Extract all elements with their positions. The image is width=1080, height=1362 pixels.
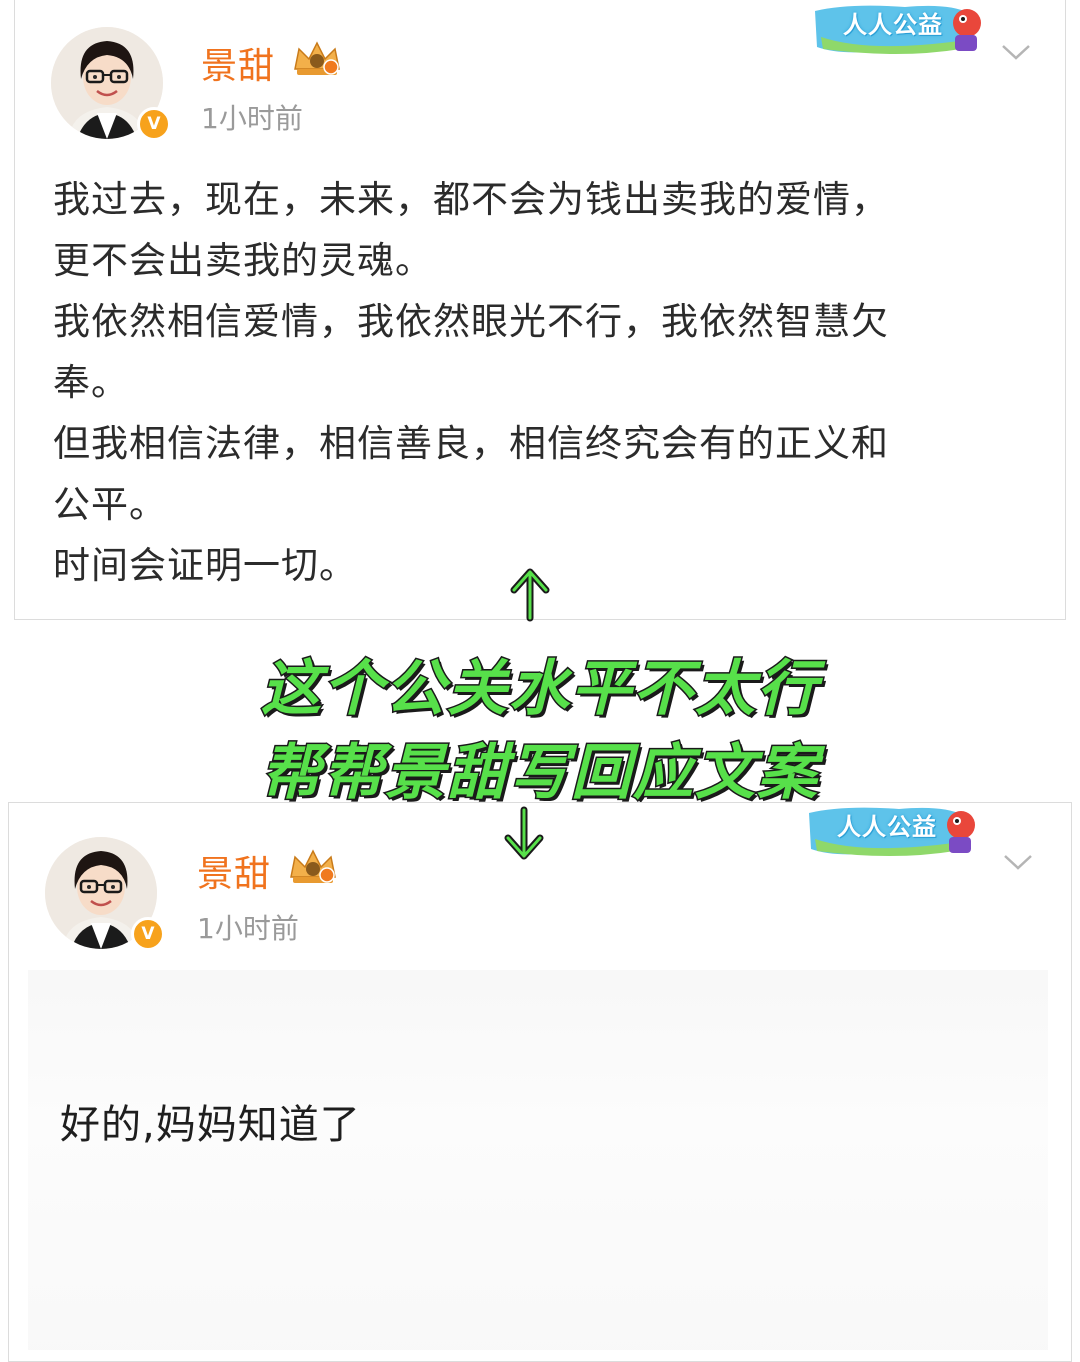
verified-v-icon: V [137, 107, 171, 141]
post-username[interactable]: 景甜 [201, 37, 275, 89]
post-body: 我过去，现在，未来，都不会为钱出卖我的爱情， 更不会出卖我的灵魂。 我依然相信爱… [53, 169, 1013, 596]
post-body-line: 我依然相信爱情，我依然眼光不行，我依然智慧欠 [53, 300, 889, 343]
original-post-card: V 景甜 1小时前 人人公益 我过去，现在，未来，都不会为钱出卖我的爱情， 更不… [14, 0, 1066, 620]
caption-line-1: 这个公关水平不太行 [260, 653, 819, 726]
blurred-text-area [28, 970, 1048, 1350]
post-body-line: 更不会出卖我的灵魂。 [53, 239, 433, 282]
post-body-line: 我过去，现在，未来，都不会为钱出卖我的爱情， [53, 178, 889, 221]
verified-v-icon: V [131, 917, 165, 951]
crown-level-icon [294, 41, 340, 75]
post-body-line: 但我相信法律，相信善良，相信终究会有的正义和 [53, 422, 889, 465]
arrow-down-icon [504, 806, 544, 860]
reply-body: 好的,妈妈知道了 [60, 1102, 361, 1148]
post-body-line: 奉。 [53, 361, 129, 404]
chevron-down-icon[interactable] [1003, 853, 1033, 871]
arrow-up-icon [510, 568, 550, 622]
charity-banner-label: 人人公益 [843, 11, 943, 39]
chevron-down-icon[interactable] [1001, 43, 1031, 61]
post-body-line: 公平。 [53, 483, 167, 526]
post-timestamp: 1小时前 [201, 102, 303, 135]
post-timestamp: 1小时前 [197, 912, 299, 945]
avatar[interactable]: V [51, 27, 171, 141]
avatar[interactable]: V [45, 837, 165, 951]
charity-banner-label: 人人公益 [837, 813, 937, 841]
crown-level-icon [290, 849, 336, 883]
caption-line-2: 帮帮景甜写回应文案 [260, 737, 819, 810]
post-username[interactable]: 景甜 [197, 845, 271, 897]
